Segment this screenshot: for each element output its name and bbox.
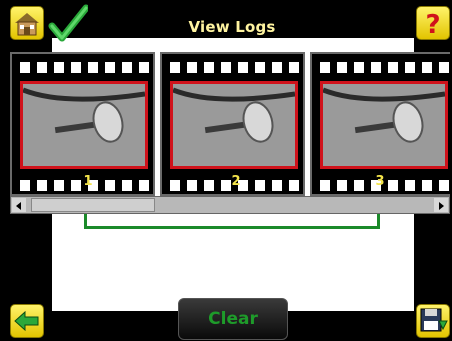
scroll-right-button[interactable] bbox=[434, 198, 448, 212]
log-image-thumbnail[interactable] bbox=[170, 81, 298, 169]
svg-text:?: ? bbox=[425, 10, 440, 39]
log-image-thumbnail[interactable] bbox=[320, 81, 448, 169]
arrow-right-icon bbox=[439, 202, 444, 210]
sprocket-holes bbox=[20, 62, 155, 74]
back-arrow-icon bbox=[14, 310, 39, 332]
title-underline bbox=[180, 38, 284, 40]
horizontal-scrollbar[interactable] bbox=[10, 196, 450, 214]
log-image-thumbnail[interactable] bbox=[20, 81, 148, 169]
question-mark-icon: ? bbox=[425, 10, 440, 40]
arrow-left-icon bbox=[16, 202, 21, 210]
save-disk-icon bbox=[420, 308, 448, 332]
frame-number: 3 bbox=[375, 174, 385, 189]
checkmark-icon[interactable] bbox=[48, 4, 88, 44]
save-button[interactable] bbox=[416, 304, 450, 338]
scroll-left-button[interactable] bbox=[12, 198, 26, 212]
film-frame-2[interactable]: 2 bbox=[160, 52, 305, 196]
frame-number: 2 bbox=[231, 174, 241, 189]
home-icon bbox=[15, 13, 39, 36]
film-strip[interactable]: 1 2 3 bbox=[10, 52, 450, 196]
frame-number: 1 bbox=[83, 174, 93, 189]
sprocket-holes bbox=[320, 62, 450, 74]
sprocket-holes bbox=[170, 62, 305, 74]
home-button[interactable] bbox=[10, 6, 44, 40]
page-title: View Logs bbox=[188, 18, 276, 36]
scroll-thumb[interactable] bbox=[31, 198, 155, 212]
film-frame-3[interactable]: 3 bbox=[310, 52, 450, 196]
clear-button[interactable]: Clear bbox=[178, 298, 288, 340]
film-frame-1[interactable]: 1 bbox=[10, 52, 155, 196]
help-button[interactable]: ? bbox=[416, 6, 450, 40]
back-button[interactable] bbox=[10, 304, 44, 338]
